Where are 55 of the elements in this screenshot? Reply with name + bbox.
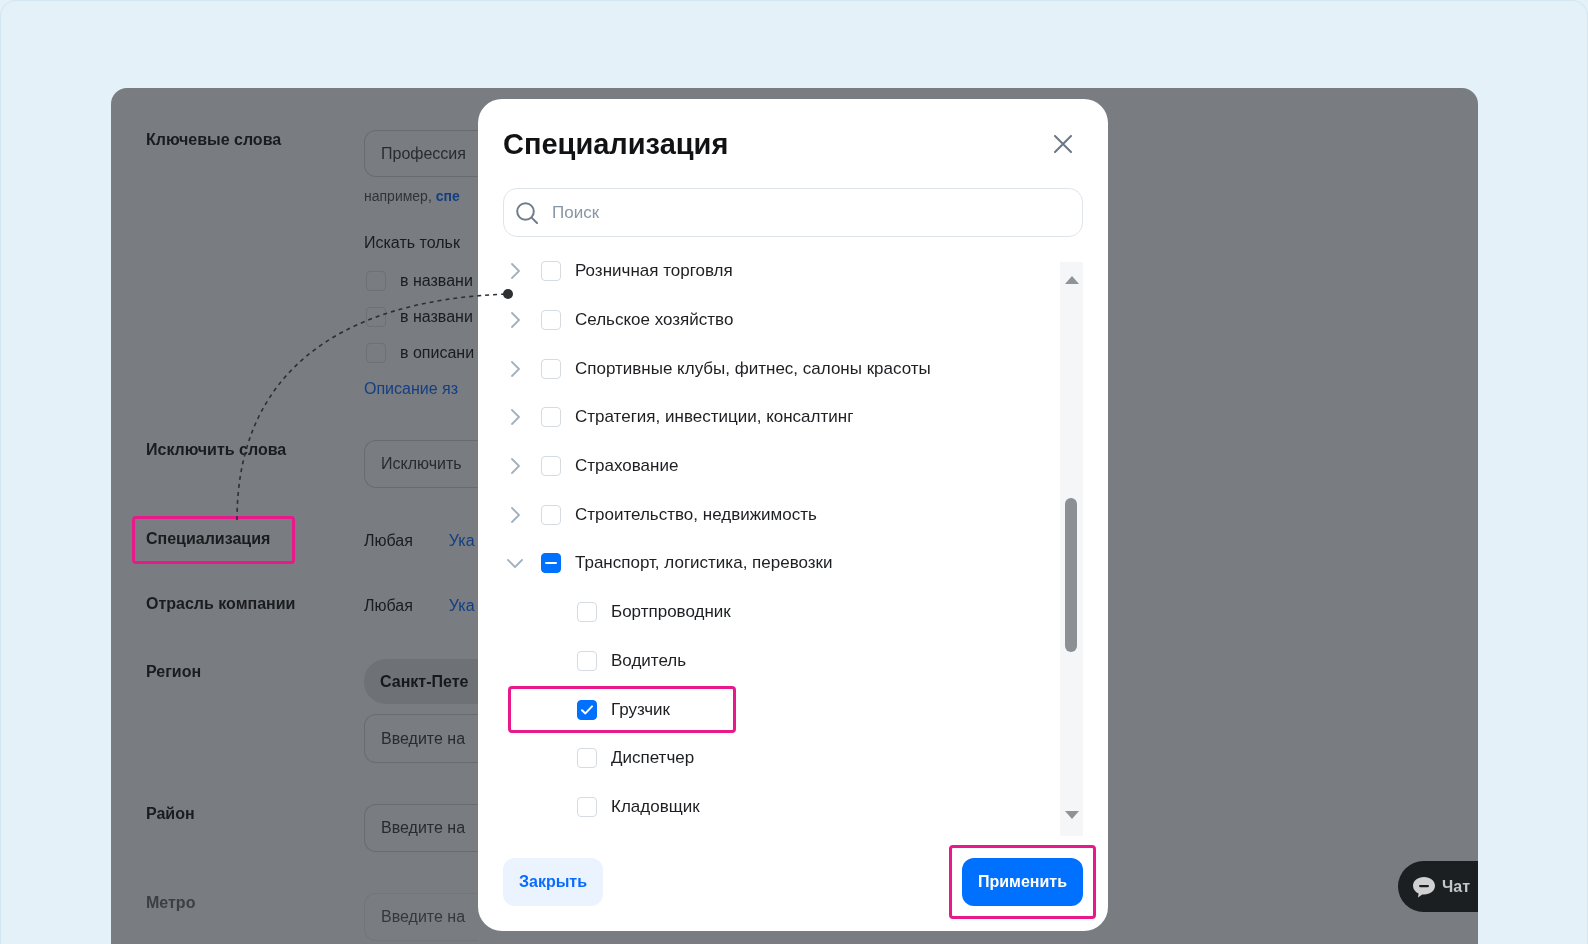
close-icon [1054, 135, 1072, 153]
option-label: в названи [400, 271, 473, 291]
field-label: Район [146, 804, 195, 824]
chevron-right-icon[interactable] [510, 263, 520, 280]
category-label[interactable]: Грузчик [611, 698, 671, 721]
chevron-down-icon[interactable] [507, 558, 523, 568]
category-label[interactable]: Транспорт, логистика, перевозки [575, 552, 833, 575]
text-input[interactable]: Введите на [364, 804, 478, 852]
category-label[interactable]: Водитель [611, 649, 687, 672]
scrollbar[interactable] [1060, 262, 1083, 836]
field-label: Регион [146, 662, 202, 682]
scroll-up-arrow-icon[interactable] [1064, 276, 1079, 284]
field-label: Отрасль компании [146, 594, 296, 614]
checkbox[interactable] [577, 699, 597, 720]
category-label[interactable]: Диспетчер [611, 747, 695, 770]
dialog-title: Специализация [503, 127, 729, 161]
category-label[interactable]: Страхование [575, 455, 679, 478]
category-label[interactable]: Спортивные клубы, фитнес, салоны красоты [575, 357, 931, 380]
category-label[interactable]: Розничная торговля [575, 260, 733, 283]
text-input[interactable]: Исключить [364, 440, 478, 488]
category-label[interactable]: Бортпроводник [611, 601, 731, 624]
category-label[interactable]: Стратегия, инвестиции, консалтинг [575, 406, 854, 429]
checkbox[interactable] [541, 553, 561, 574]
keywords-input[interactable]: Профессия [364, 130, 478, 177]
field-label: Исключить слова [146, 440, 287, 460]
search-icon [516, 201, 538, 224]
value-text: Любая [364, 531, 413, 551]
hint-text: например, спе [364, 187, 460, 205]
category-label[interactable]: Сельское хозяйство [575, 309, 734, 332]
chevron-right-icon[interactable] [510, 312, 520, 329]
category-label[interactable]: Кладовщик [611, 795, 700, 818]
search-field[interactable]: Поиск [503, 188, 1083, 237]
chevron-right-icon[interactable] [510, 458, 520, 475]
scroll-down-arrow-icon[interactable] [1064, 811, 1079, 819]
minus-icon [545, 562, 557, 565]
field-label: Специализация [146, 529, 271, 549]
value-text: Любая [364, 596, 413, 616]
chat-bubble-icon [1412, 875, 1436, 898]
apply-button[interactable]: Применить [962, 858, 1083, 906]
category-label[interactable]: Строительство, недвижимость [575, 503, 817, 526]
search-scope-title: Искать тольк [364, 233, 460, 253]
chat-button[interactable]: Чат [1398, 861, 1478, 912]
chevron-right-icon[interactable] [510, 360, 520, 377]
chevron-right-icon[interactable] [510, 409, 520, 426]
checkbox[interactable] [366, 307, 386, 327]
option-label: в описани [400, 343, 475, 363]
region-input[interactable]: Введите на [364, 714, 478, 763]
region-chip[interactable]: Санкт-Пете [364, 659, 478, 704]
chevron-right-icon[interactable] [510, 506, 520, 523]
field-label: Метро [146, 893, 196, 913]
scrollbar-thumb[interactable] [1065, 498, 1077, 652]
option-label: в названи [400, 307, 473, 327]
close-dialog-button[interactable]: Закрыть [503, 858, 604, 906]
check-icon [581, 704, 593, 715]
field-label: Ключевые слова [146, 130, 282, 150]
